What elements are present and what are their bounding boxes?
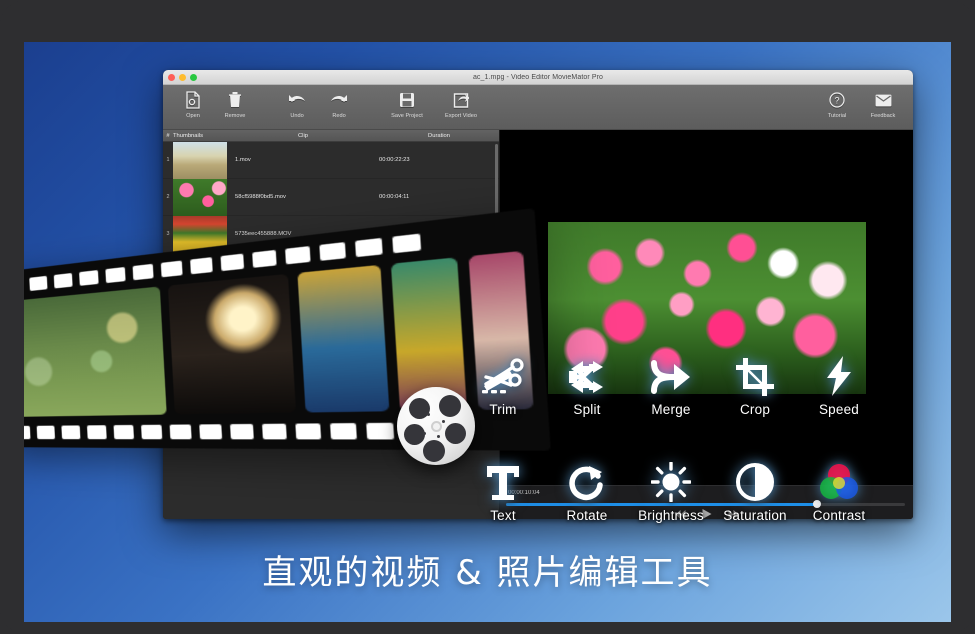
column-header-clip: Clip xyxy=(227,133,379,139)
clip-list-header: # Thumbnails Clip Duration xyxy=(163,130,499,142)
row-duration: 00:00:22:23 xyxy=(379,157,499,163)
promo-caption: 直观的视频 & 照片编辑工具 xyxy=(24,545,951,594)
split-branch-icon xyxy=(569,354,605,396)
filmstrip-frame-cardboard-robots xyxy=(168,274,296,415)
filmstrip-frame-jumping-kids xyxy=(24,286,167,416)
tutorial-label: Tutorial xyxy=(828,113,846,119)
rotate-arrow-icon xyxy=(568,460,606,502)
split-label: Split xyxy=(573,402,600,417)
row-index: 1 xyxy=(163,157,173,163)
floppy-save-icon xyxy=(399,89,415,111)
undo-label: Undo xyxy=(290,113,303,119)
saturation-label: Saturation xyxy=(723,508,787,523)
window-title: ac_1.mpg - Video Editor MovieMator Pro xyxy=(163,70,913,85)
redo-label: Redo xyxy=(332,113,345,119)
column-header-thumbnails: Thumbnails xyxy=(173,133,227,139)
row-thumbnail xyxy=(173,179,227,216)
toolbar-group-help: ? Tutorial Feedback xyxy=(817,89,903,119)
table-row[interactable]: 2 58cf5988f0bd5.mov 00:00:04:11 xyxy=(163,179,499,216)
redo-button[interactable]: Redo xyxy=(319,89,359,119)
row-duration: 00:00:04:11 xyxy=(379,194,499,200)
brightness-label: Brightness xyxy=(638,508,704,523)
toolbar-group-project: Save Project Export Video xyxy=(381,89,487,119)
crop-label: Crop xyxy=(740,402,770,417)
open-label: Open xyxy=(186,113,200,119)
window-titlebar[interactable]: ac_1.mpg - Video Editor MovieMator Pro xyxy=(163,70,913,85)
svg-text:?: ? xyxy=(834,96,839,106)
merge-tool[interactable]: Merge xyxy=(650,354,692,417)
contrast-label: Contrast xyxy=(813,508,866,523)
contrast-tool[interactable]: Contrast xyxy=(813,460,866,523)
app-toolbar: Open Remove Undo xyxy=(163,85,913,130)
remove-button[interactable]: Remove xyxy=(215,89,255,119)
toolbar-group-history: Undo Redo xyxy=(277,89,359,119)
lightning-bolt-icon xyxy=(825,354,853,396)
screen-background: ac_1.mpg - Video Editor MovieMator Pro O… xyxy=(24,42,951,622)
speed-tool[interactable]: Speed xyxy=(819,354,859,417)
question-circle-icon: ? xyxy=(829,89,845,111)
save-project-button[interactable]: Save Project xyxy=(381,89,433,119)
brightness-tool[interactable]: Brightness xyxy=(638,460,704,523)
filmstrip-frame-3 xyxy=(297,265,389,413)
column-header-index: # xyxy=(163,133,173,139)
split-tool[interactable]: Split xyxy=(569,354,605,417)
saturation-tool[interactable]: Saturation xyxy=(723,460,787,523)
remove-label: Remove xyxy=(225,113,246,119)
open-file-icon xyxy=(185,89,201,111)
rotate-label: Rotate xyxy=(567,508,608,523)
half-circle-icon xyxy=(735,460,775,502)
text-tool[interactable]: Text xyxy=(485,460,521,523)
device-frame: ac_1.mpg - Video Editor MovieMator Pro O… xyxy=(0,0,975,634)
scissors-icon xyxy=(480,354,526,396)
merge-label: Merge xyxy=(651,402,690,417)
export-video-button[interactable]: Export Video xyxy=(435,89,487,119)
open-button[interactable]: Open xyxy=(173,89,213,119)
row-index: 3 xyxy=(163,231,173,237)
speed-label: Speed xyxy=(819,402,859,417)
feedback-button[interactable]: Feedback xyxy=(863,89,903,119)
rgb-circles-icon xyxy=(819,460,859,502)
undo-arrow-icon xyxy=(287,89,307,111)
row-clip-name: 1.mov xyxy=(227,157,379,163)
trash-icon xyxy=(228,89,242,111)
row-clip-name: 58cf5988f0bd5.mov xyxy=(227,194,379,200)
save-project-label: Save Project xyxy=(391,113,423,119)
crop-tool[interactable]: Crop xyxy=(736,354,774,417)
text-label: Text xyxy=(490,508,516,523)
feedback-label: Feedback xyxy=(871,113,896,119)
export-share-icon xyxy=(453,89,469,111)
trim-tool[interactable]: Trim xyxy=(480,354,526,417)
rotate-tool[interactable]: Rotate xyxy=(567,460,608,523)
trim-label: Trim xyxy=(489,402,516,417)
text-t-icon xyxy=(485,460,521,502)
sun-icon xyxy=(651,460,691,502)
tutorial-button[interactable]: ? Tutorial xyxy=(817,89,857,119)
envelope-icon xyxy=(875,89,892,111)
row-thumbnail xyxy=(173,142,227,179)
merge-arrow-icon xyxy=(650,354,692,396)
undo-button[interactable]: Undo xyxy=(277,89,317,119)
export-video-label: Export Video xyxy=(445,113,477,119)
toolbar-group-file: Open Remove xyxy=(173,89,255,119)
column-header-duration: Duration xyxy=(379,133,499,139)
crop-icon xyxy=(736,354,774,396)
editing-tools-overlay: Trim xyxy=(461,332,881,544)
table-row[interactable]: 1 1.mov 00:00:22:23 xyxy=(163,142,499,179)
redo-arrow-icon xyxy=(329,89,349,111)
row-index: 2 xyxy=(163,194,173,200)
